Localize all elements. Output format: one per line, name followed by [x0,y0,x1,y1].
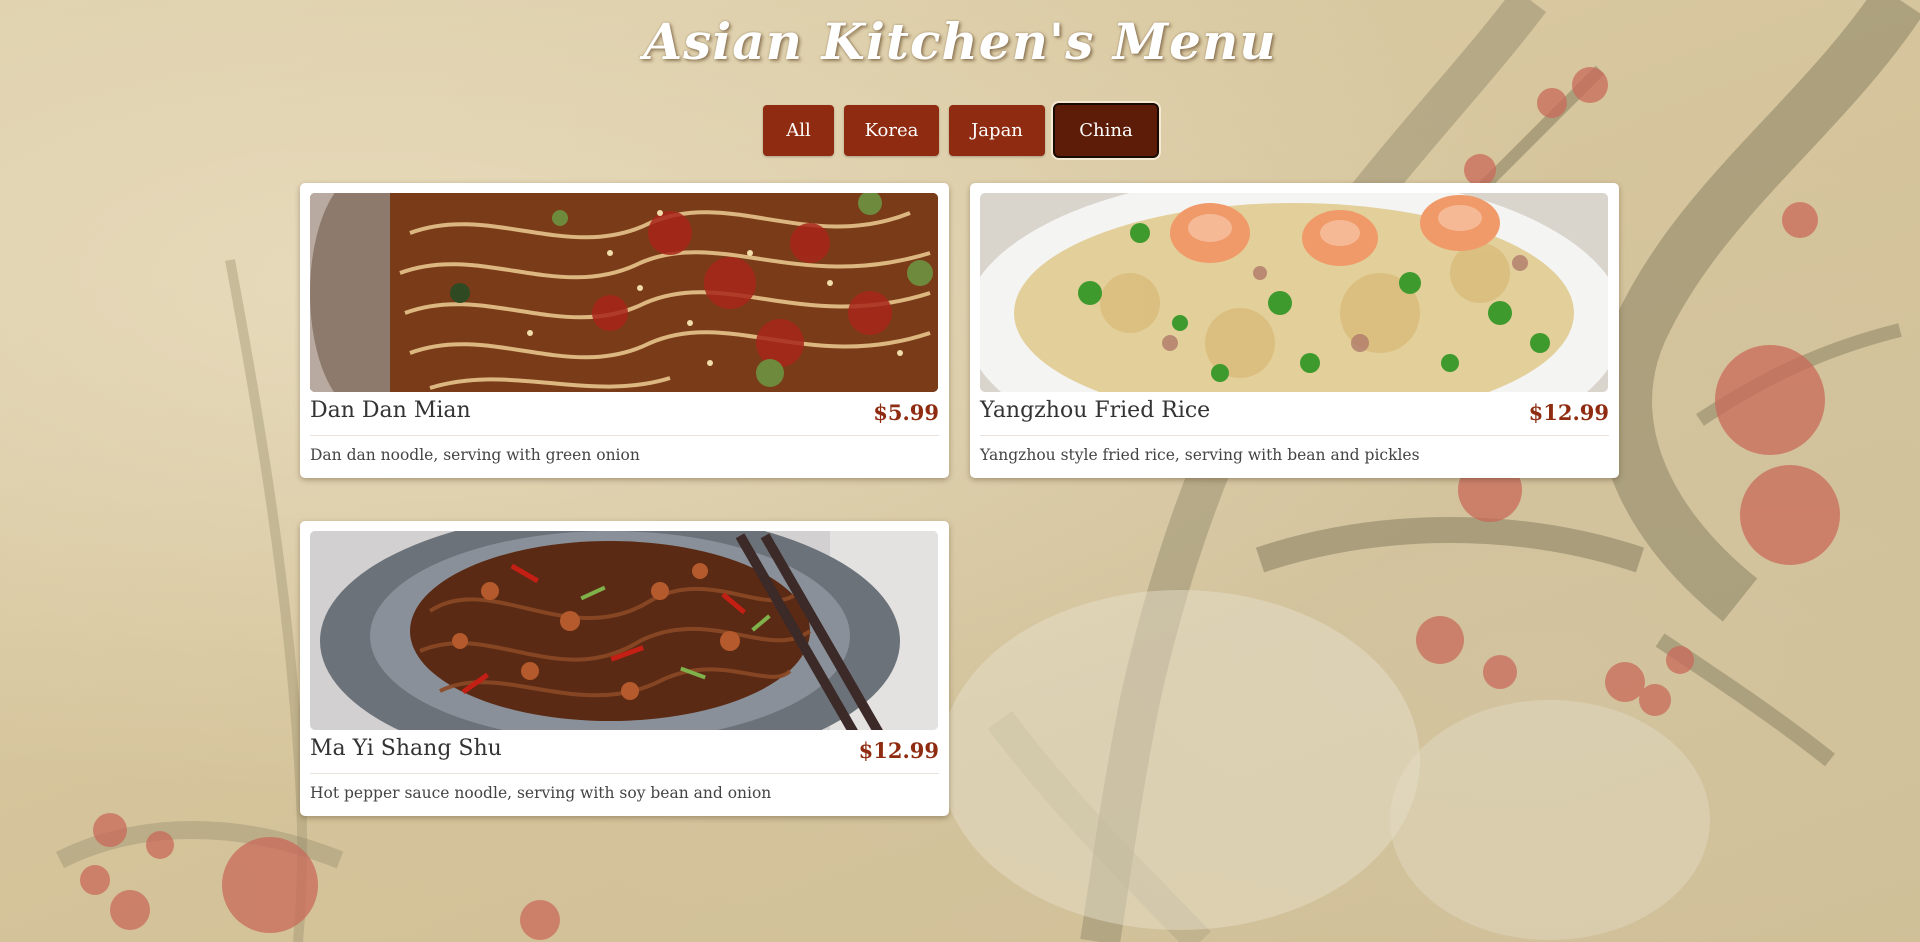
divider [310,435,939,436]
page-title: Asian Kitchen's Menu [643,12,1277,71]
menu-item-card: Ma Yi Shang Shu $12.99 Hot pepper sauce … [300,521,949,816]
filter-korea-button[interactable]: Korea [844,105,939,156]
divider [310,773,939,774]
menu-item-description: Yangzhou style fried rice, serving with … [980,446,1420,464]
menu-item-name: Yangzhou Fried Rice [980,398,1211,423]
ma-yi-shang-shu-photo [310,531,938,730]
dan-dan-mian-photo [310,193,938,392]
divider [980,435,1609,436]
filter-all-button[interactable]: All [763,105,834,156]
menu-item-description: Dan dan noodle, serving with green onion [310,446,640,464]
menu-item-name: Ma Yi Shang Shu [310,736,502,761]
menu-item-card: Dan Dan Mian $5.99 Dan dan noodle, servi… [300,183,949,478]
category-filter-bar: All Korea Japan China [0,105,1920,156]
yangzhou-fried-rice-photo [980,193,1608,392]
menu-item-description: Hot pepper sauce noodle, serving with so… [310,784,772,802]
filter-japan-button[interactable]: Japan [949,105,1045,156]
menu-item-name: Dan Dan Mian [310,398,471,423]
menu-item-price: $12.99 [858,738,939,763]
menu-item-card: Yangzhou Fried Rice $12.99 Yangzhou styl… [970,183,1619,478]
menu-item-price: $12.99 [1528,400,1609,425]
menu-item-price: $5.99 [873,400,939,425]
filter-china-button[interactable]: China [1055,105,1157,156]
